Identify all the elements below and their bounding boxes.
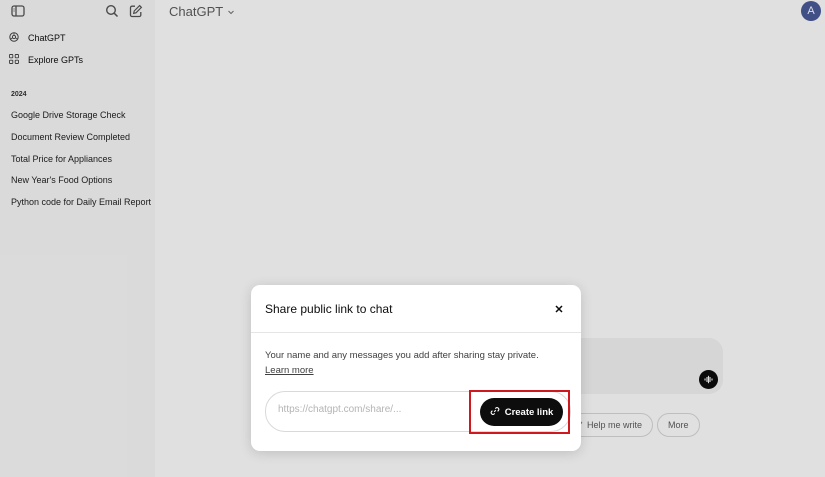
dialog-description: Your name and any messages you add after… bbox=[265, 349, 565, 378]
dialog-title: Share public link to chat bbox=[265, 302, 393, 316]
dialog-header: Share public link to chat bbox=[251, 285, 581, 333]
annotation-highlight-box bbox=[469, 390, 570, 434]
close-icon bbox=[555, 305, 563, 313]
share-url-input[interactable] bbox=[278, 404, 458, 415]
learn-more-link[interactable]: Learn more bbox=[265, 365, 314, 376]
privacy-text: Your name and any messages you add after… bbox=[265, 350, 539, 361]
close-button[interactable] bbox=[551, 301, 567, 317]
